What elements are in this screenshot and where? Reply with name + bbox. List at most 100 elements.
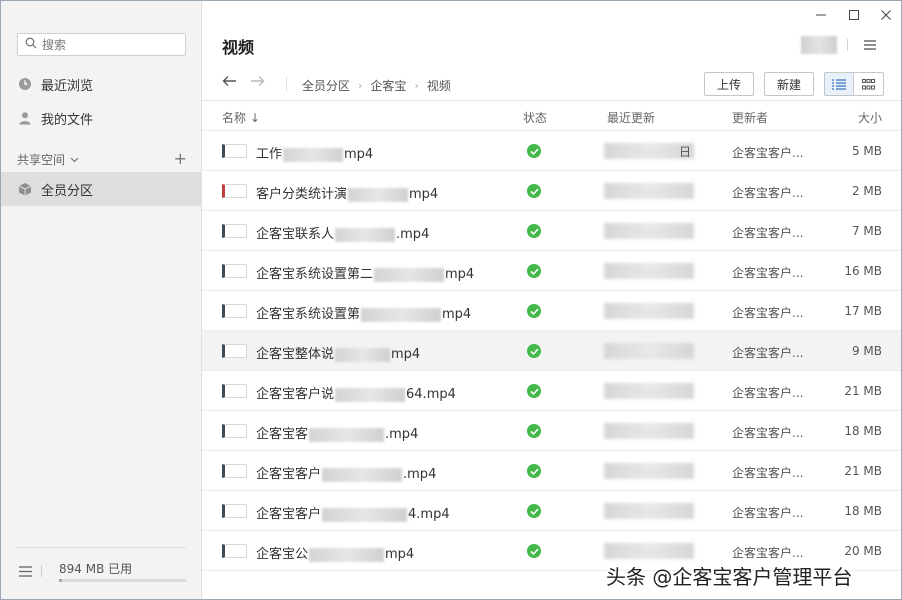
- file-size: 9 MB: [851, 344, 882, 358]
- redacted-block: [348, 187, 409, 202]
- breadcrumb-item[interactable]: 全员分区: [302, 77, 350, 94]
- redacted-date: [604, 383, 694, 399]
- video-file-icon: [222, 144, 247, 158]
- redacted-date: [604, 503, 694, 519]
- check-circle-icon: [527, 384, 541, 398]
- search-box[interactable]: [17, 33, 186, 56]
- file-name-prefix: 企客宝客户: [256, 507, 322, 522]
- file-name[interactable]: 企客宝系统设置第二 mp4: [256, 263, 474, 282]
- back-arrow-icon[interactable]: [222, 73, 237, 91]
- sidebar-item-recent[interactable]: 最近浏览: [1, 67, 201, 101]
- table-row[interactable]: 企客宝客户 .mp4 企客宝客户... 21 MB: [202, 451, 901, 491]
- redacted-block: [309, 427, 385, 442]
- file-name-prefix: 企客宝客户说: [256, 387, 335, 402]
- table-row[interactable]: 企客宝系统设置第 mp4 企客宝客户... 17 MB: [202, 291, 901, 331]
- add-icon[interactable]: +: [174, 149, 187, 168]
- file-name-suffix: .mp4: [403, 467, 437, 482]
- file-size: 18 MB: [844, 424, 882, 438]
- redacted-date: [604, 183, 694, 199]
- sidebar-item-label: 最近浏览: [41, 78, 94, 94]
- table-row[interactable]: 企客宝客户 4.mp4 企客宝客户... 18 MB: [202, 491, 901, 531]
- check-circle-icon: [527, 424, 541, 438]
- video-file-icon: [222, 184, 247, 198]
- sidebar-item-my-files[interactable]: 我的文件: [1, 101, 201, 135]
- close-icon[interactable]: [878, 7, 894, 23]
- table-row[interactable]: 客户分类统计演 mp4 企客宝客户... 2 MB: [202, 171, 901, 211]
- user-icon: [17, 110, 33, 126]
- breadcrumb-item[interactable]: 企客宝: [370, 77, 406, 94]
- redacted-block: [335, 227, 396, 242]
- redacted-date: [604, 223, 694, 239]
- table-row[interactable]: 企客宝系统设置第二 mp4 企客宝客户... 16 MB: [202, 251, 901, 291]
- file-name[interactable]: 企客宝联系人 .mp4: [256, 223, 429, 242]
- file-name[interactable]: 企客宝整体说 mp4: [256, 343, 420, 362]
- sidebar-item-label: 我的文件: [41, 112, 94, 128]
- avatar[interactable]: [801, 36, 837, 54]
- maximize-icon[interactable]: [846, 7, 862, 23]
- table-row[interactable]: 工作 mp4 日 企客宝客户... 5 MB: [202, 131, 901, 171]
- search-input[interactable]: [42, 37, 172, 52]
- file-name[interactable]: 企客宝客 .mp4: [256, 423, 418, 442]
- redacted-block: [322, 467, 403, 482]
- check-circle-icon: [527, 224, 541, 238]
- file-name-suffix: mp4: [385, 547, 415, 562]
- redacted-block: [335, 387, 406, 402]
- list-view-icon[interactable]: [825, 73, 855, 95]
- sidebar: 最近浏览 我的文件 共享空间 + 全员分区 894 MB 已用: [1, 1, 202, 599]
- column-status[interactable]: 状态: [523, 109, 547, 126]
- storage-progress-bar: [59, 579, 186, 582]
- file-name[interactable]: 企客宝客户 4.mp4: [256, 503, 450, 522]
- shared-space-header[interactable]: 共享空间 +: [17, 149, 187, 168]
- settings-menu-icon[interactable]: [864, 39, 876, 53]
- file-name-suffix: mp4: [442, 307, 472, 322]
- chevron-right-icon: ›: [414, 79, 419, 92]
- column-updated[interactable]: 最近更新: [607, 109, 655, 126]
- table-row[interactable]: 企客宝联系人 .mp4 企客宝客户... 7 MB: [202, 211, 901, 251]
- file-name-suffix: .mp4: [385, 427, 419, 442]
- file-name[interactable]: 企客宝系统设置第 mp4: [256, 303, 471, 322]
- chevron-right-icon: ›: [358, 79, 363, 92]
- video-file-icon: [222, 544, 247, 558]
- upload-button[interactable]: 上传: [704, 72, 754, 96]
- check-circle-icon: [527, 464, 541, 478]
- minimize-icon[interactable]: [813, 7, 829, 23]
- table-row[interactable]: 企客宝整体说 mp4 企客宝客户... 9 MB: [202, 331, 901, 371]
- redacted-date: [604, 303, 694, 319]
- check-circle-icon: [527, 184, 541, 198]
- column-updater[interactable]: 更新者: [732, 109, 768, 126]
- updater-name: 企客宝客户...: [732, 226, 804, 240]
- breadcrumb-item-current: 视频: [426, 79, 451, 93]
- redacted-block: [374, 267, 445, 282]
- menu-icon[interactable]: [19, 566, 32, 580]
- file-name-suffix: mp4: [344, 147, 374, 162]
- file-name[interactable]: 企客宝客户 .mp4: [256, 463, 436, 482]
- file-list: 工作 mp4 日企客宝客户... 5 MB 客户分类统计演 mp4 企客宝客户... 2 MB…: [202, 131, 901, 571]
- new-button[interactable]: 新建: [764, 72, 814, 96]
- file-name[interactable]: 客户分类统计演 mp4: [256, 183, 438, 202]
- toolbar: 全员分区 › 企客宝 › 视频 上传 新建: [202, 67, 901, 101]
- file-size: 2 MB: [851, 184, 882, 198]
- sidebar-item-all-members[interactable]: 全员分区: [1, 172, 201, 206]
- file-size: 5 MB: [851, 144, 882, 158]
- storage-divider: [41, 565, 42, 577]
- table-row[interactable]: 企客宝客 .mp4 企客宝客户... 18 MB: [202, 411, 901, 451]
- file-name-suffix: mp4: [409, 187, 439, 202]
- file-size: 17 MB: [844, 304, 882, 318]
- app-window: 最近浏览 我的文件 共享空间 + 全员分区 894 MB 已用: [0, 0, 902, 600]
- forward-arrow-icon[interactable]: [250, 73, 265, 91]
- column-name-label: 名称: [222, 111, 247, 125]
- file-name[interactable]: 企客宝公 mp4: [256, 543, 414, 562]
- file-name[interactable]: 工作 mp4: [256, 143, 373, 162]
- table-row[interactable]: 企客宝客户说 64.mp4 企客宝客户... 21 MB: [202, 371, 901, 411]
- page-title: 视频: [222, 38, 255, 57]
- file-name-suffix: 64.mp4: [406, 387, 456, 402]
- column-size[interactable]: 大小: [858, 109, 882, 126]
- file-size: 7 MB: [851, 224, 882, 238]
- sidebar-divider: [17, 547, 186, 548]
- grid-view-icon[interactable]: [854, 73, 883, 95]
- chevron-down-icon: [70, 152, 79, 166]
- redacted-date: [604, 423, 694, 439]
- column-name[interactable]: 名称 ↓: [222, 109, 260, 126]
- redacted-date: [604, 463, 694, 479]
- file-name[interactable]: 企客宝客户说 64.mp4: [256, 383, 456, 402]
